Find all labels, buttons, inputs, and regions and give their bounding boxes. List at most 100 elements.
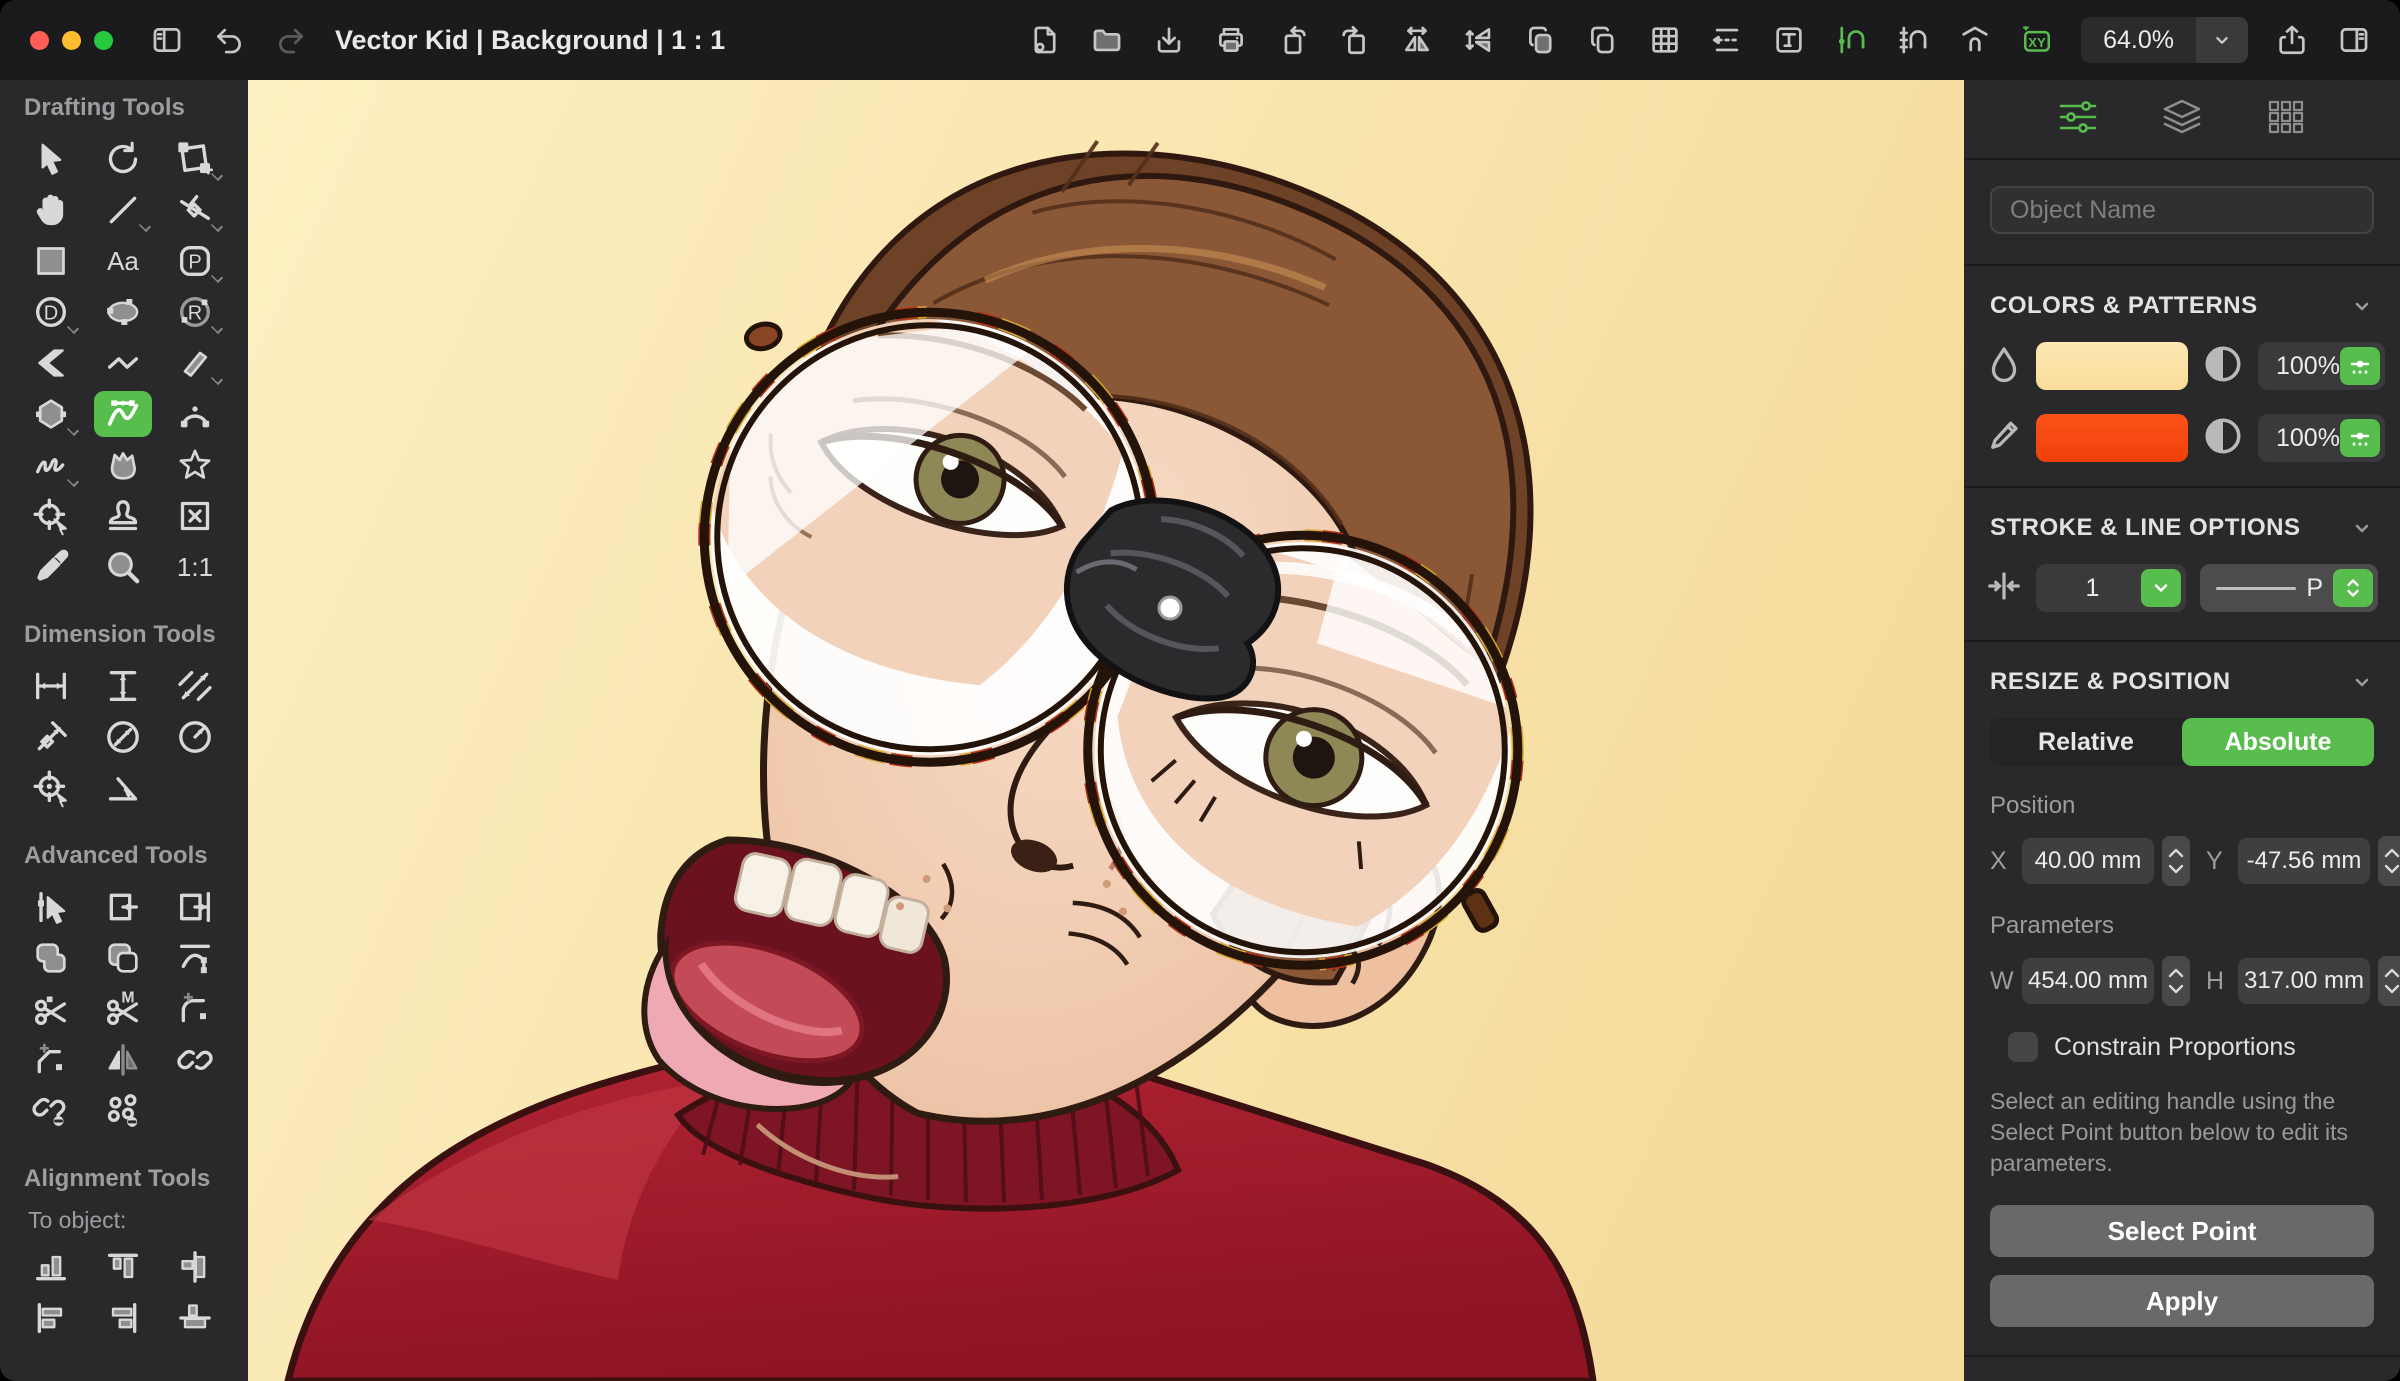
x-position-field[interactable]: 40.00 mm — [2022, 838, 2154, 884]
text-tool[interactable]: Aa — [94, 238, 152, 284]
x-position-stepper[interactable] — [2162, 836, 2190, 886]
undo-icon[interactable] — [211, 22, 247, 58]
stroke-line-header[interactable]: STROKE & LINE OPTIONS — [1990, 514, 2374, 542]
mirror-tool[interactable] — [94, 1037, 152, 1083]
rectangle-tool[interactable] — [22, 238, 80, 284]
stroke-contrast-icon[interactable] — [2202, 415, 2244, 462]
zoom-dropdown-chevron-icon[interactable] — [2196, 17, 2248, 63]
width-field[interactable]: 454.00 mm — [2022, 958, 2154, 1004]
boolean-subtract-tool[interactable] — [94, 935, 152, 981]
chamfer-tool[interactable] — [22, 1037, 80, 1083]
hand-tool[interactable] — [22, 187, 80, 233]
delete-box-tool[interactable] — [166, 493, 224, 539]
snap-to-grid-icon[interactable] — [1895, 22, 1931, 58]
stroke-opacity-slider-button[interactable] — [2340, 419, 2380, 457]
fill-color-swatch[interactable] — [2036, 342, 2188, 390]
blob-tool[interactable] — [94, 442, 152, 488]
stroke-color-swatch[interactable] — [2036, 414, 2188, 462]
fill-opacity-slider-button[interactable] — [2340, 347, 2380, 385]
rotate-right-icon[interactable] — [1337, 22, 1373, 58]
stroke-width-dropdown-button[interactable] — [2141, 569, 2181, 607]
zoom-window-button[interactable] — [94, 31, 113, 50]
eyedropper-tool[interactable] — [22, 544, 80, 590]
ellipse-tool[interactable] — [94, 289, 152, 335]
dim-angle-tool[interactable] — [94, 765, 152, 811]
tab-layers[interactable] — [2159, 97, 2205, 142]
absolute-mode-button[interactable]: Absolute — [2182, 718, 2374, 766]
zoom-tool[interactable] — [94, 544, 152, 590]
rotate-tool[interactable] — [94, 136, 152, 182]
align-center-h-tool[interactable] — [166, 1244, 224, 1290]
center-mark-tool[interactable] — [22, 765, 80, 811]
close-window-button[interactable] — [30, 31, 49, 50]
cut-tool[interactable] — [22, 986, 80, 1032]
ungroup-points-tool[interactable] — [94, 1088, 152, 1134]
fill-opacity-field[interactable]: 100% — [2258, 342, 2385, 390]
height-stepper[interactable] — [2378, 956, 2400, 1006]
tab-style[interactable] — [2055, 97, 2101, 142]
star-tool[interactable] — [166, 442, 224, 488]
one-to-one-tool[interactable]: 1:1 — [166, 544, 224, 590]
dash-style-field[interactable]: P — [2200, 564, 2378, 612]
select-point-button[interactable]: Select Point — [1990, 1205, 2374, 1257]
dim-horizontal-tool[interactable] — [22, 663, 80, 709]
dim-diameter-tool[interactable] — [94, 714, 152, 760]
copy-icon[interactable] — [1523, 22, 1559, 58]
object-name-input[interactable]: Object Name — [1990, 186, 2374, 234]
y-position-stepper[interactable] — [2378, 836, 2400, 886]
resize-position-header[interactable]: RESIZE & POSITION — [1990, 668, 2374, 696]
align-right-tool[interactable] — [94, 1295, 152, 1341]
canvas-area[interactable] — [248, 80, 1964, 1381]
page-setup-icon[interactable] — [1027, 22, 1063, 58]
select-tool[interactable] — [22, 136, 80, 182]
flip-vertical-icon[interactable] — [1461, 22, 1497, 58]
dash-style-stepper-button[interactable] — [2333, 569, 2373, 607]
align-top-tool[interactable] — [94, 1244, 152, 1290]
snap-spacing-icon[interactable] — [1709, 22, 1745, 58]
polygon-tool[interactable] — [22, 391, 80, 437]
align-left-tool[interactable] — [22, 1295, 80, 1341]
unlink-tool[interactable] — [22, 1088, 80, 1134]
diameter-circle-tool[interactable]: D — [22, 289, 80, 335]
align-bottom-tool[interactable] — [22, 1244, 80, 1290]
dim-vertical-tool[interactable] — [94, 663, 152, 709]
freehand-tool[interactable] — [22, 442, 80, 488]
radius-circle-tool[interactable]: R — [166, 289, 224, 335]
height-field[interactable]: 317.00 mm — [2238, 958, 2370, 1004]
zoom-level-control[interactable]: 64.0% — [2081, 17, 2248, 63]
stamp-tool[interactable] — [94, 493, 152, 539]
flip-horizontal-icon[interactable] — [1399, 22, 1435, 58]
snap-frame-icon[interactable] — [1771, 22, 1807, 58]
parametric-shape-tool[interactable]: P — [166, 238, 224, 284]
stroke-width-field[interactable]: 1 — [2036, 564, 2186, 612]
chevron-shape-tool[interactable] — [22, 340, 80, 386]
pen-tool[interactable] — [94, 391, 152, 437]
boolean-union-tool[interactable] — [22, 935, 80, 981]
snap-to-guides-icon[interactable] — [1957, 22, 1993, 58]
table-icon[interactable] — [1647, 22, 1683, 58]
snap-to-point-icon[interactable] — [1833, 22, 1869, 58]
dim-aligned-tool[interactable] — [166, 663, 224, 709]
import-icon[interactable] — [1151, 22, 1187, 58]
minimize-window-button[interactable] — [62, 31, 81, 50]
dim-angled-tool[interactable] — [22, 714, 80, 760]
y-position-field[interactable]: -47.56 mm — [2238, 838, 2370, 884]
apply-button[interactable]: Apply — [1990, 1275, 2374, 1327]
align-center-v-tool[interactable] — [166, 1295, 224, 1341]
double-line-tool[interactable] — [166, 340, 224, 386]
arc-tool[interactable] — [166, 391, 224, 437]
redo-icon[interactable] — [273, 22, 309, 58]
multi-cut-tool[interactable]: M — [94, 986, 152, 1032]
open-folder-icon[interactable] — [1089, 22, 1125, 58]
angle-line-tool[interactable] — [166, 187, 224, 233]
toggle-sidebar-icon[interactable] — [149, 22, 185, 58]
tab-library[interactable] — [2263, 97, 2309, 142]
duplicate-icon[interactable] — [1585, 22, 1621, 58]
trim-left-tool[interactable] — [94, 884, 152, 930]
share-icon[interactable] — [2274, 22, 2310, 58]
artboard-tool[interactable] — [166, 136, 224, 182]
line-tool[interactable] — [94, 187, 152, 233]
dim-radius-tool[interactable] — [166, 714, 224, 760]
fillet-tool[interactable] — [166, 986, 224, 1032]
constrain-proportions-checkbox[interactable] — [2008, 1032, 2038, 1062]
